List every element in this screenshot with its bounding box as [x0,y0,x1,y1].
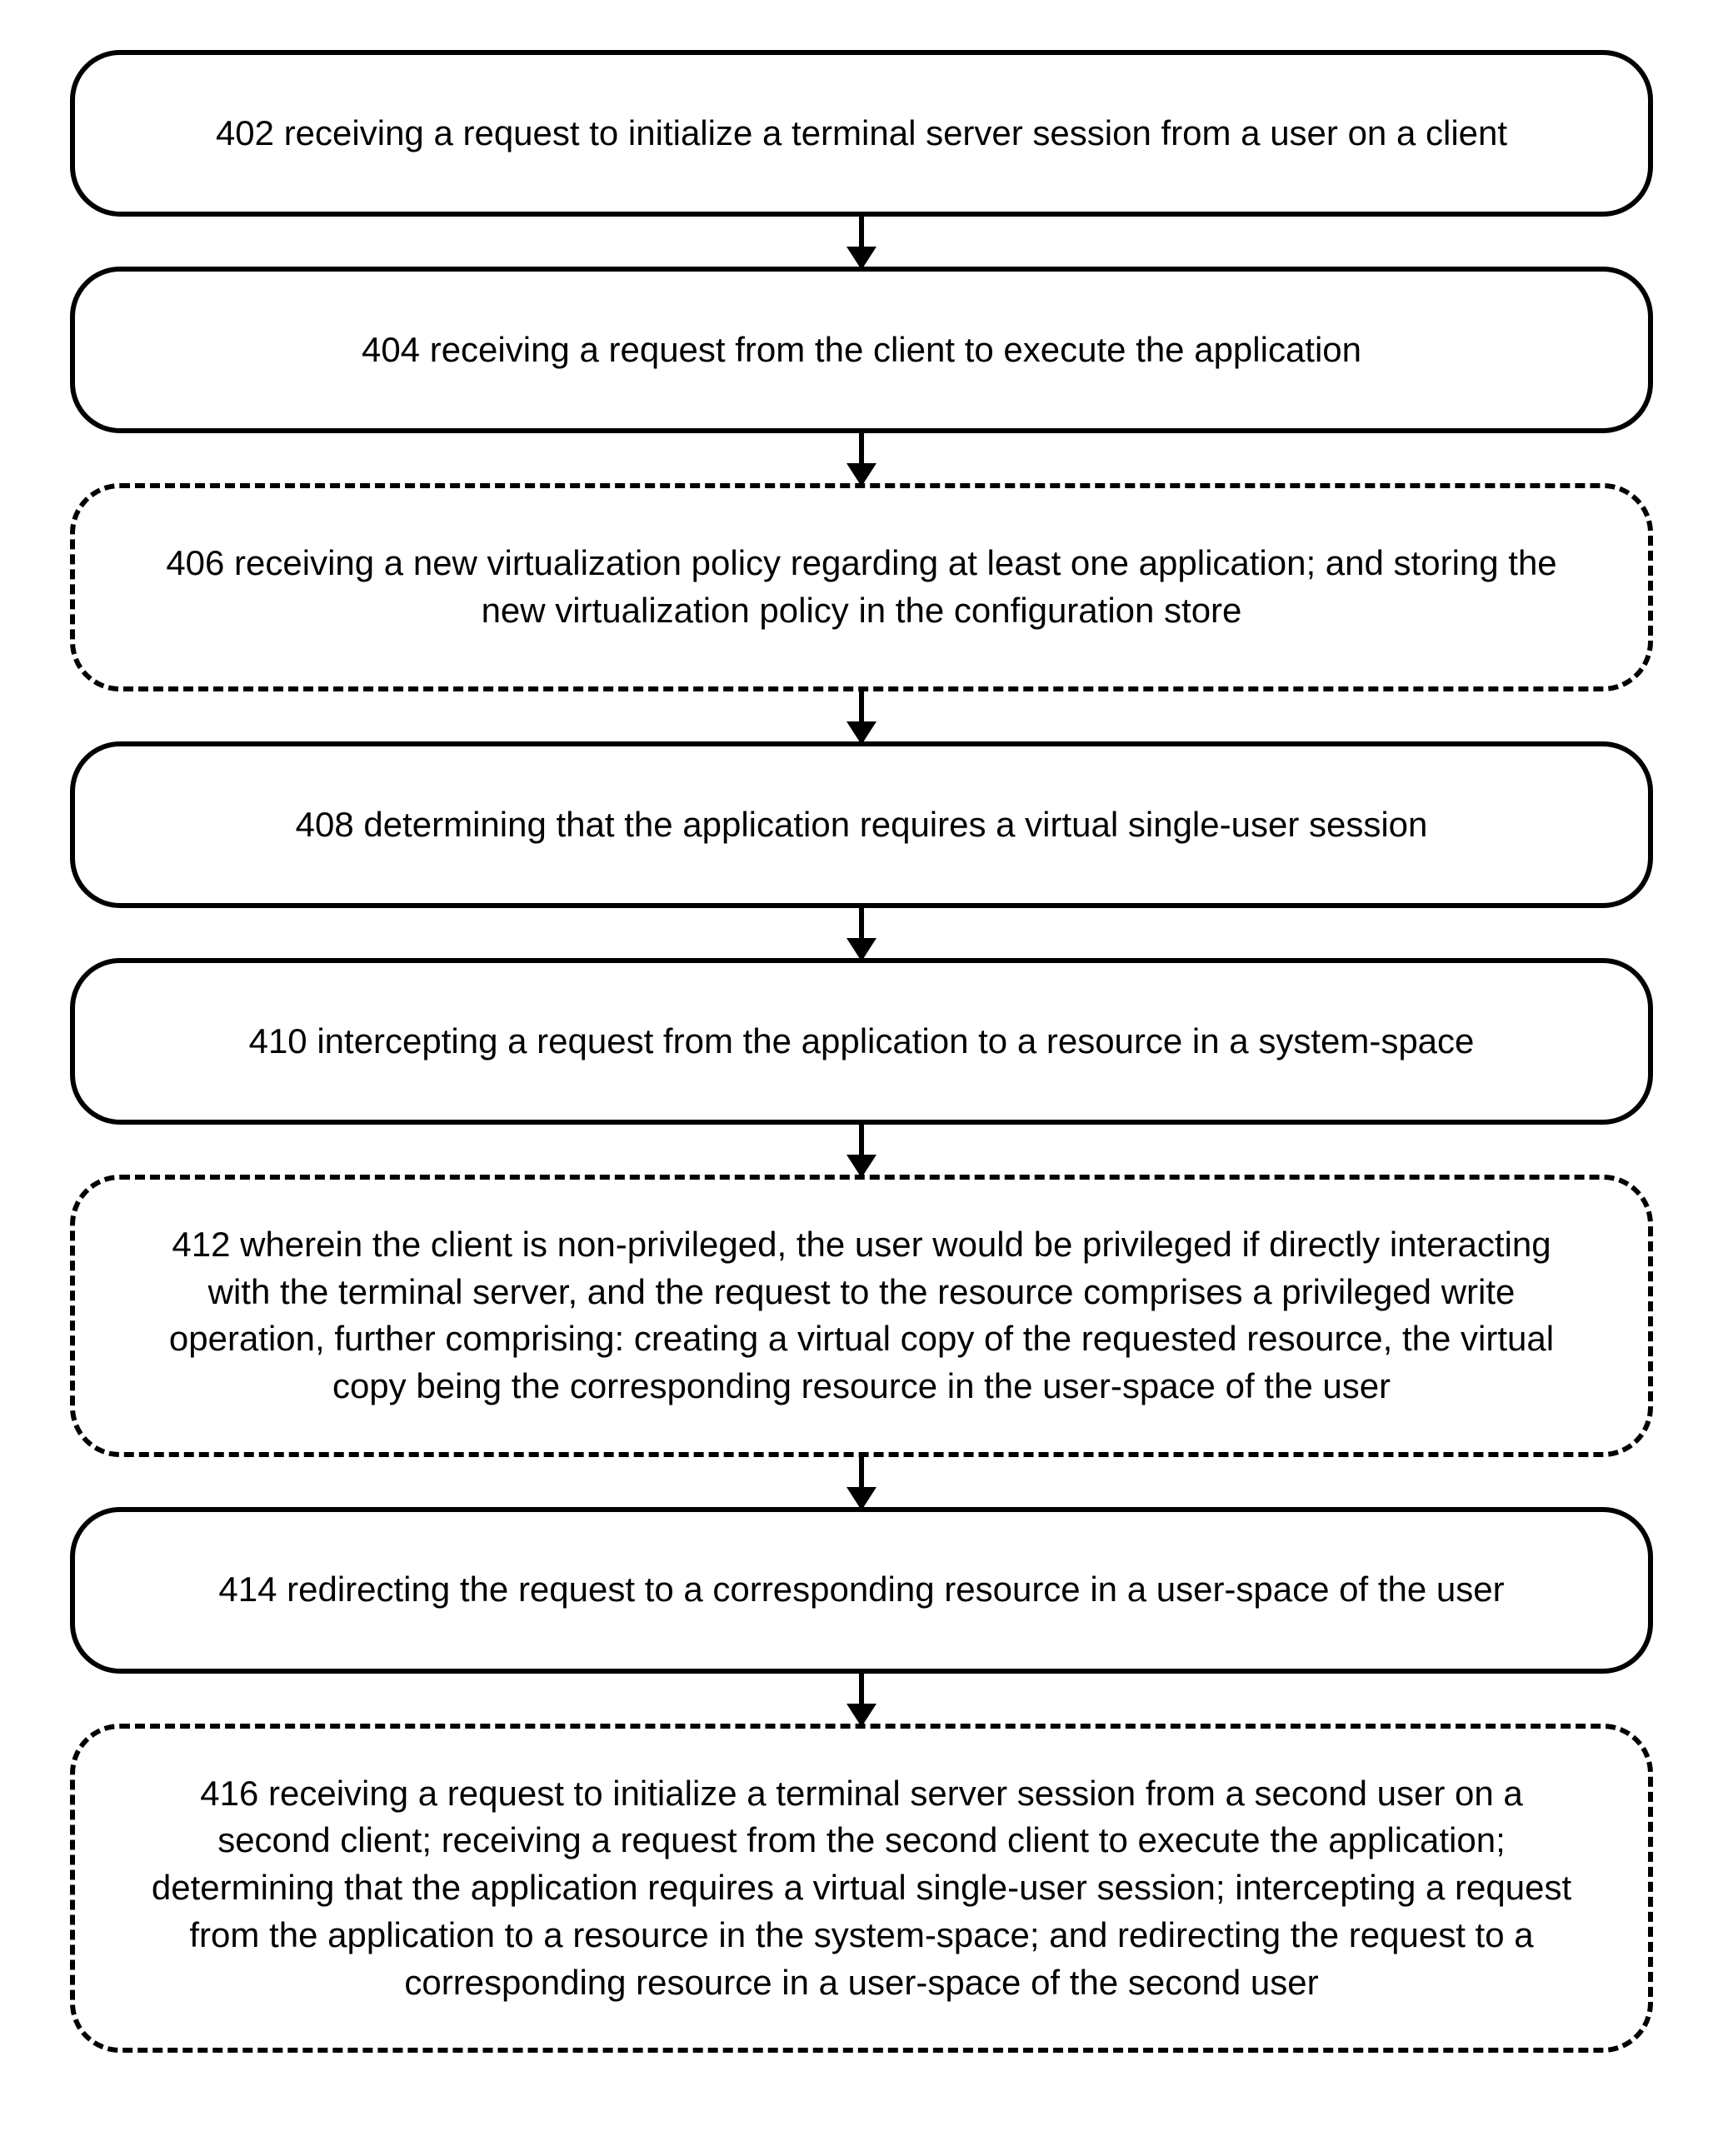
node-410: 410 intercepting a request from the appl… [70,958,1653,1125]
node-402: 402 receiving a request to initialize a … [70,50,1653,217]
arrow-icon [859,1125,864,1175]
arrow-icon [859,433,864,483]
arrow-icon [859,1457,864,1507]
node-412-text: 412 wherein the client is non-privileged… [150,1221,1573,1410]
node-408-text: 408 determining that the application req… [296,801,1428,849]
node-414: 414 redirecting the request to a corresp… [70,1507,1653,1674]
node-410-text: 410 intercepting a request from the appl… [249,1018,1475,1066]
node-408: 408 determining that the application req… [70,741,1653,908]
flowchart: 402 receiving a request to initialize a … [67,50,1656,2053]
node-412: 412 wherein the client is non-privileged… [70,1175,1653,1457]
arrow-icon [859,908,864,958]
node-406-text: 406 receiving a new virtualization polic… [150,540,1573,634]
node-406: 406 receiving a new virtualization polic… [70,483,1653,691]
node-402-text: 402 receiving a request to initialize a … [216,110,1507,157]
arrow-icon [859,1674,864,1724]
node-404-text: 404 receiving a request from the client … [362,327,1361,374]
arrow-icon [859,217,864,267]
arrow-icon [859,691,864,741]
node-416: 416 receiving a request to initialize a … [70,1724,1653,2053]
node-414-text: 414 redirecting the request to a corresp… [218,1566,1504,1614]
node-404: 404 receiving a request from the client … [70,267,1653,433]
node-416-text: 416 receiving a request to initialize a … [150,1770,1573,2006]
